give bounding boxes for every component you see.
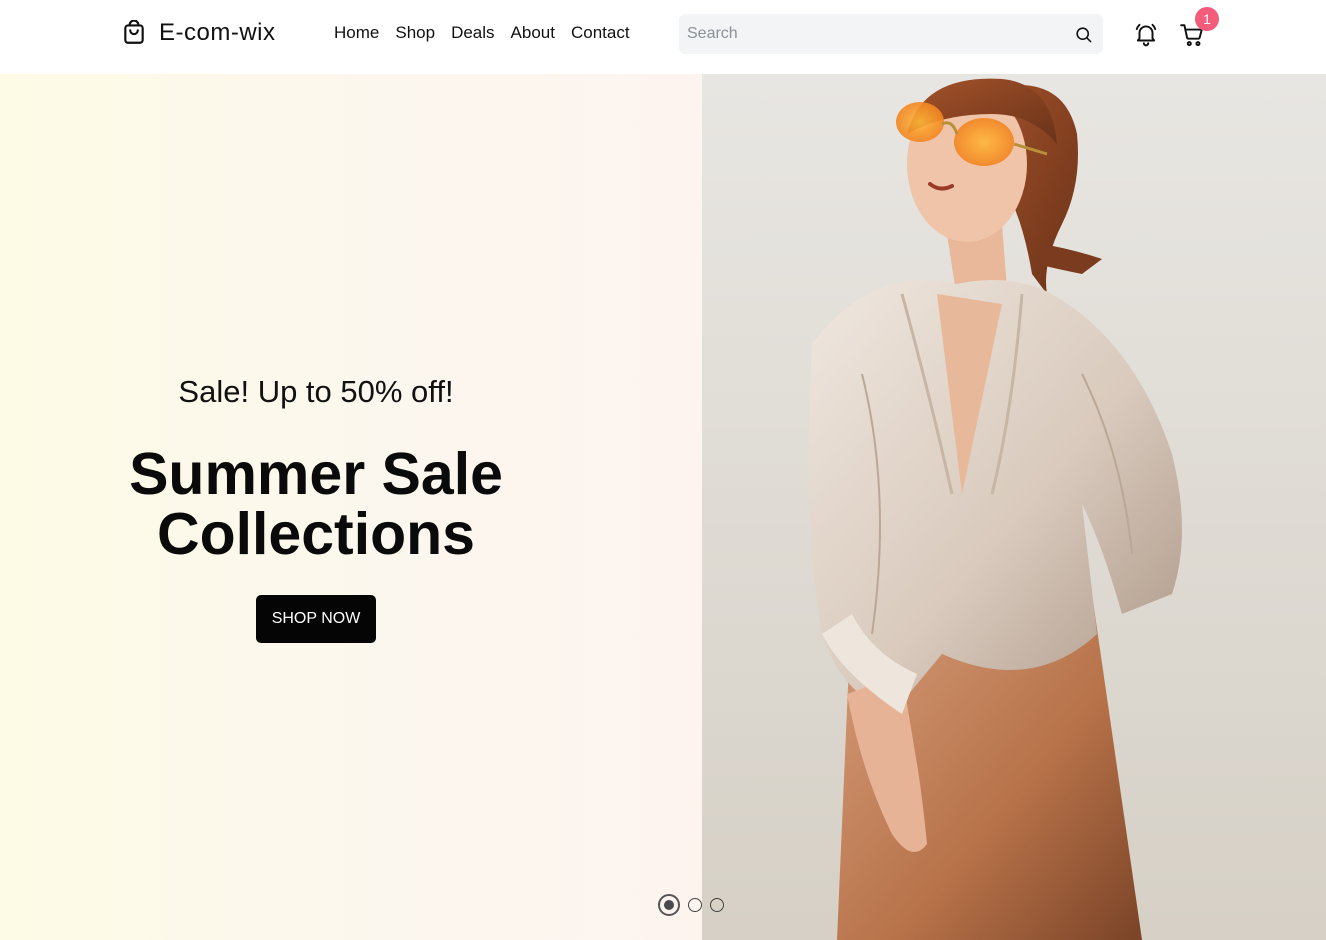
search-bar xyxy=(679,14,1103,54)
site-header: E-com-wix Home Shop Deals About Contact … xyxy=(0,0,1326,74)
shopping-bag-icon xyxy=(124,20,144,44)
hero-text-panel: Sale! Up to 50% off! Summer Sale Collect… xyxy=(0,74,702,940)
cart-count-badge: 1 xyxy=(1195,7,1219,31)
nav-shop[interactable]: Shop xyxy=(395,23,435,43)
bell-icon[interactable] xyxy=(1133,21,1159,47)
slider-dot-1[interactable] xyxy=(658,894,680,916)
nav-about[interactable]: About xyxy=(511,23,555,43)
hero-slider: Sale! Up to 50% off! Summer Sale Collect… xyxy=(0,74,1326,940)
nav-deals[interactable]: Deals xyxy=(451,23,494,43)
nav-home[interactable]: Home xyxy=(334,23,379,43)
slider-dot-2[interactable] xyxy=(688,898,702,912)
search-button[interactable] xyxy=(1063,14,1103,54)
brand-logo[interactable]: E-com-wix xyxy=(121,19,276,47)
hero-title: Summer Sale Collections xyxy=(0,444,632,564)
main-nav: Home Shop Deals About Contact xyxy=(334,23,630,43)
slider-dot-3[interactable] xyxy=(710,898,724,912)
hero-subtitle: Sale! Up to 50% off! xyxy=(178,374,454,409)
hero-title-line-1: Summer Sale xyxy=(129,441,503,507)
hero-image xyxy=(702,74,1326,940)
slider-dots xyxy=(658,894,724,916)
search-input[interactable] xyxy=(679,14,1063,54)
nav-contact[interactable]: Contact xyxy=(571,23,630,43)
shop-now-button[interactable]: SHOP NOW xyxy=(256,595,376,643)
model-photo xyxy=(702,74,1326,940)
hero-title-line-2: Collections xyxy=(157,501,475,567)
brand-name: E-com-wix xyxy=(159,19,276,46)
search-icon xyxy=(1075,26,1091,42)
